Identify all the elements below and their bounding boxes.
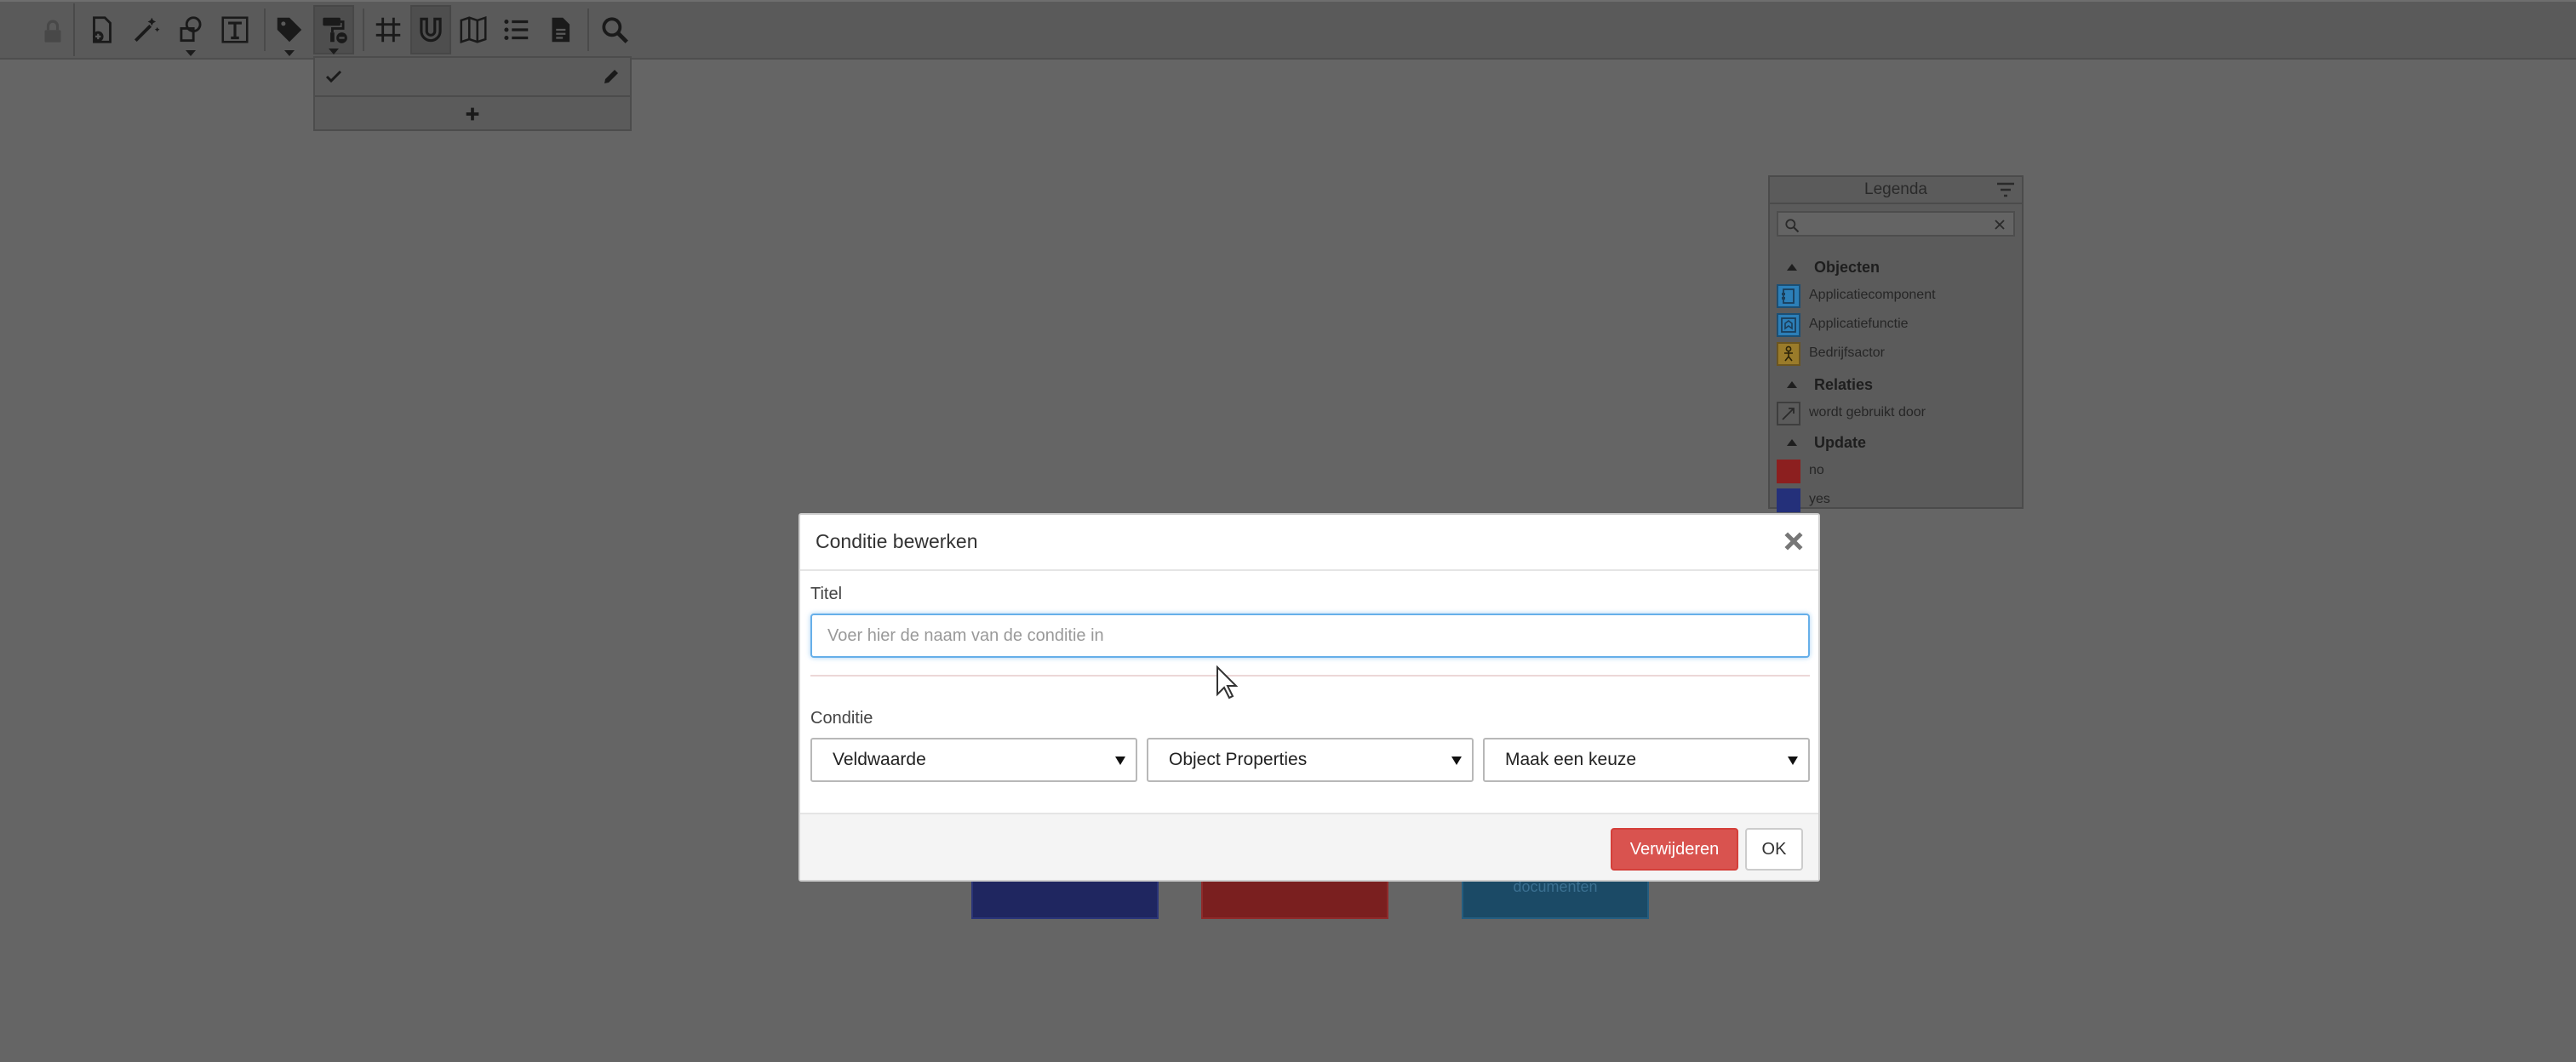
format-dropdown — [313, 56, 632, 131]
grid-icon[interactable] — [368, 5, 409, 54]
legend-item: yes — [1777, 488, 2015, 512]
clear-icon[interactable] — [1991, 216, 2008, 233]
dialog-footer: Verwijderen OK — [800, 813, 1818, 880]
close-icon[interactable] — [1781, 528, 1806, 554]
legend-item: Applicatiefunctie — [1777, 313, 2015, 337]
chevron-down-icon — [1788, 757, 1798, 765]
legend-title: Legenda — [1770, 177, 2022, 204]
map-icon[interactable] — [453, 5, 494, 54]
list-icon[interactable] — [495, 5, 536, 54]
field-type-select[interactable]: Veldwaarde — [810, 738, 1137, 782]
legend-item-label: Applicatiecomponent — [1809, 288, 1936, 302]
legend-item-label: Applicatiefunctie — [1809, 317, 1909, 331]
add-condition-button[interactable] — [315, 97, 630, 131]
legend-group-update[interactable]: Update — [1814, 434, 1866, 452]
legend-search-input[interactable] — [1777, 211, 2015, 237]
color-swatch-no — [1777, 460, 1800, 483]
condition-label: Conditie — [810, 709, 873, 728]
toolbar-divider — [363, 9, 364, 51]
divider — [810, 675, 1810, 677]
delete-button[interactable]: Verwijderen — [1611, 828, 1738, 871]
tag-icon[interactable] — [269, 5, 310, 56]
title-input[interactable] — [810, 614, 1810, 658]
title-field-label: Titel — [810, 585, 843, 603]
legend-group-objecten[interactable]: Objecten — [1814, 259, 1880, 277]
property-source-value: Object Properties — [1169, 750, 1308, 769]
text-box-icon[interactable] — [215, 5, 255, 54]
shapes-icon[interactable] — [170, 5, 211, 56]
color-swatch-yes — [1777, 488, 1800, 512]
collapse-objecten-icon[interactable] — [1787, 264, 1797, 271]
legend-item-label: Bedrijfsactor — [1809, 345, 1885, 360]
lock-icon[interactable] — [32, 7, 73, 56]
property-source-select[interactable]: Object Properties — [1147, 738, 1474, 782]
plus-icon — [466, 107, 479, 121]
legend-item-label: yes — [1809, 492, 1830, 506]
application-component-icon — [1777, 284, 1800, 308]
document-icon[interactable] — [540, 5, 581, 54]
collapse-relaties-icon[interactable] — [1787, 381, 1797, 388]
chevron-down-icon — [1115, 757, 1125, 765]
legend-item: no — [1777, 460, 2015, 483]
magic-wand-icon[interactable] — [126, 5, 167, 54]
business-actor-icon — [1777, 342, 1800, 366]
dialog-header: Conditie bewerken — [800, 515, 1818, 571]
check-icon — [325, 70, 342, 83]
serving-relation-icon — [1777, 402, 1800, 425]
legend-panel: Legenda Objecten Applicatiecomponent App… — [1768, 175, 2024, 512]
application-function-icon — [1777, 313, 1800, 337]
legend-item: wordt gebruikt door — [1777, 402, 2015, 425]
format-dropdown-row[interactable] — [315, 58, 630, 97]
search-icon[interactable] — [594, 5, 635, 54]
search-icon — [1785, 219, 1800, 233]
legend-item-label: no — [1809, 463, 1824, 477]
field-type-value: Veldwaarde — [833, 750, 926, 769]
legend-item: Applicatiecomponent — [1777, 284, 2015, 308]
pencil-icon[interactable] — [601, 66, 621, 87]
legend-group-relaties[interactable]: Relaties — [1814, 376, 1873, 394]
mouse-cursor-icon — [1216, 665, 1238, 699]
filter-icon[interactable] — [1996, 182, 2015, 197]
collapse-update-icon[interactable] — [1787, 439, 1797, 446]
property-select[interactable]: Maak een keuze — [1483, 738, 1810, 782]
toolbar-divider — [264, 9, 266, 51]
ok-button[interactable]: OK — [1745, 828, 1803, 871]
toolbar-divider — [587, 9, 589, 51]
paint-format-icon[interactable] — [313, 5, 354, 54]
new-document-icon[interactable] — [82, 5, 123, 54]
legend-item: Bedrijfsactor — [1777, 342, 2015, 366]
property-value: Maak een keuze — [1505, 750, 1637, 769]
tag-caret-icon — [284, 50, 295, 56]
lock-cell — [0, 3, 75, 56]
paint-format-caret-icon — [329, 49, 339, 54]
edit-condition-dialog: Conditie bewerken Titel Conditie Veldwaa… — [799, 513, 1820, 882]
legend-item-label: wordt gebruikt door — [1809, 405, 1926, 420]
chevron-down-icon — [1451, 757, 1462, 765]
magnet-icon[interactable] — [410, 5, 451, 54]
shapes-caret-icon — [186, 50, 196, 56]
toolbar — [0, 0, 2576, 60]
dialog-title: Conditie bewerken — [816, 530, 978, 552]
